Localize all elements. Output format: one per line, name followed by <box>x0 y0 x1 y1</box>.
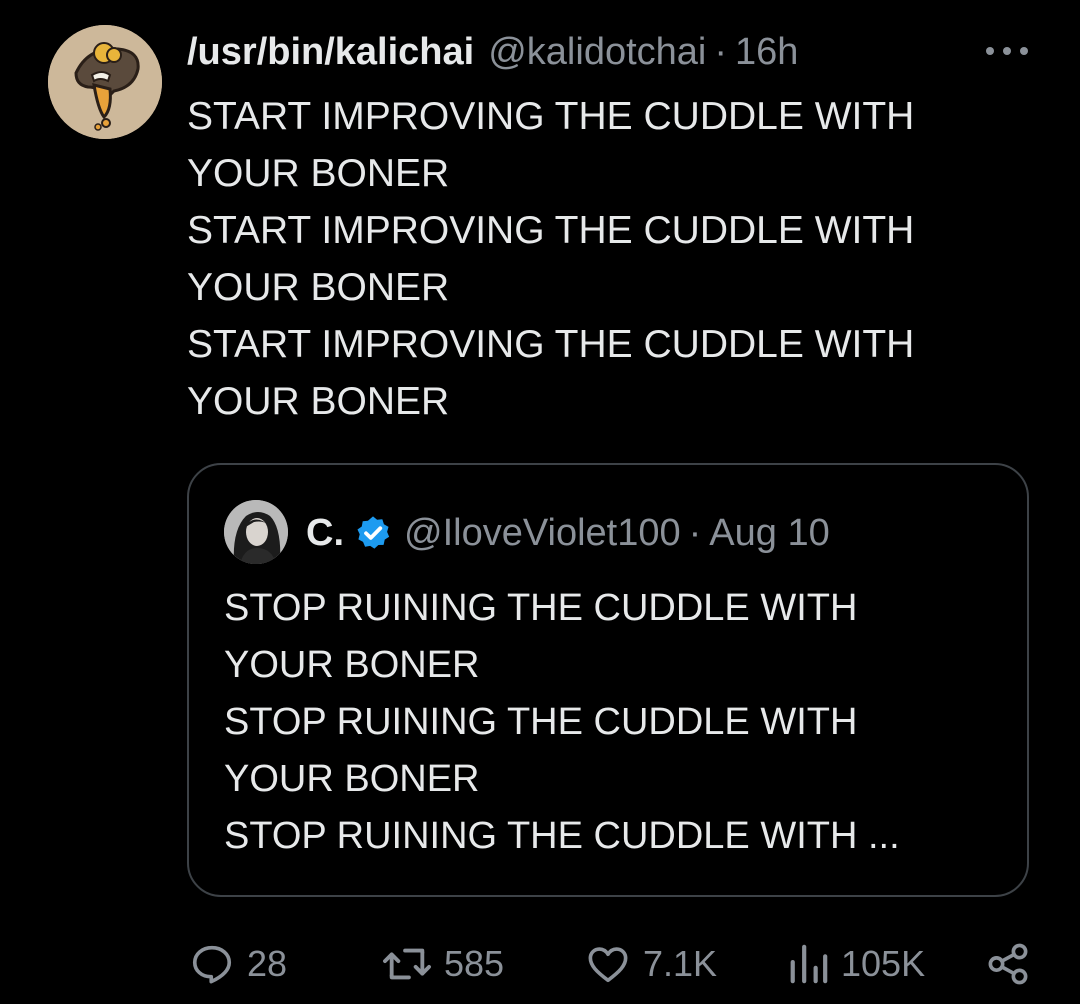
author-display-name[interactable]: /usr/bin/kalichai <box>187 31 474 74</box>
tweet-actions-bar: 28 585 7.1K 105K <box>0 936 1080 992</box>
author-handle[interactable]: @kalidotchai <box>488 31 706 74</box>
tweet-text-line: START IMPROVING THE CUDDLE WITH <box>187 95 915 138</box>
tweet-text-line: YOUR BONER <box>187 380 450 423</box>
views-count: 105K <box>841 943 926 984</box>
like-icon <box>588 947 628 983</box>
tweet-text: START IMPROVING THE CUDDLE WITH YOUR BON… <box>187 88 967 430</box>
more-horizontal-icon[interactable] <box>986 44 1028 58</box>
quoted-header-separator: · <box>688 511 702 554</box>
quoted-author-handle[interactable]: @IloveViolet100 <box>404 512 681 555</box>
quoted-tweet-text: STOP RUINING THE CUDDLE WITH YOUR BONER … <box>224 580 1004 865</box>
like-count: 7.1K <box>643 943 718 984</box>
tweet-text-line: START IMPROVING THE CUDDLE WITH <box>187 209 915 252</box>
retweet-count: 585 <box>444 943 505 984</box>
quoted-text-line: YOUR BONER <box>224 644 480 686</box>
quoted-author-display-name[interactable]: C. <box>306 512 344 555</box>
retweet-button[interactable]: 585 <box>382 936 504 992</box>
cartoon-avatar-icon <box>48 25 162 139</box>
header-separator: · <box>714 30 728 73</box>
quoted-tweet-card[interactable]: C. @IloveViolet100 · Aug 10 STOP RUINING… <box>187 463 1029 897</box>
tweet-timestamp[interactable]: 16h <box>735 31 798 74</box>
reply-icon <box>192 945 232 984</box>
quoted-author-avatar[interactable] <box>224 500 288 564</box>
quoted-text-line: YOUR BONER <box>224 758 480 800</box>
reply-button[interactable]: 28 <box>189 936 287 992</box>
quoted-text-line: STOP RUINING THE CUDDLE WITH ... <box>224 815 900 857</box>
verified-badge-icon[interactable] <box>354 514 392 552</box>
tweet-text-line: YOUR BONER <box>187 152 450 195</box>
share-icon <box>988 943 1028 985</box>
quoted-tweet-header: C. @IloveViolet100 · Aug 10 <box>306 509 830 557</box>
profile-photo-icon <box>224 500 288 564</box>
reply-count: 28 <box>247 943 288 984</box>
tweet-text-line: YOUR BONER <box>187 266 450 309</box>
author-avatar[interactable] <box>48 25 162 139</box>
tweet-header: /usr/bin/kalichai @kalidotchai · 16h <box>187 28 798 76</box>
quoted-tweet-date[interactable]: Aug 10 <box>709 512 829 555</box>
views-icon <box>790 944 828 984</box>
views-button[interactable]: 105K <box>787 936 925 992</box>
quoted-text-line: STOP RUINING THE CUDDLE WITH <box>224 701 858 743</box>
share-button[interactable] <box>985 936 1031 992</box>
tweet-text-line: START IMPROVING THE CUDDLE WITH <box>187 323 915 366</box>
quoted-text-line: STOP RUINING THE CUDDLE WITH <box>224 587 858 629</box>
retweet-icon <box>383 948 431 980</box>
like-button[interactable]: 7.1K <box>585 936 717 992</box>
